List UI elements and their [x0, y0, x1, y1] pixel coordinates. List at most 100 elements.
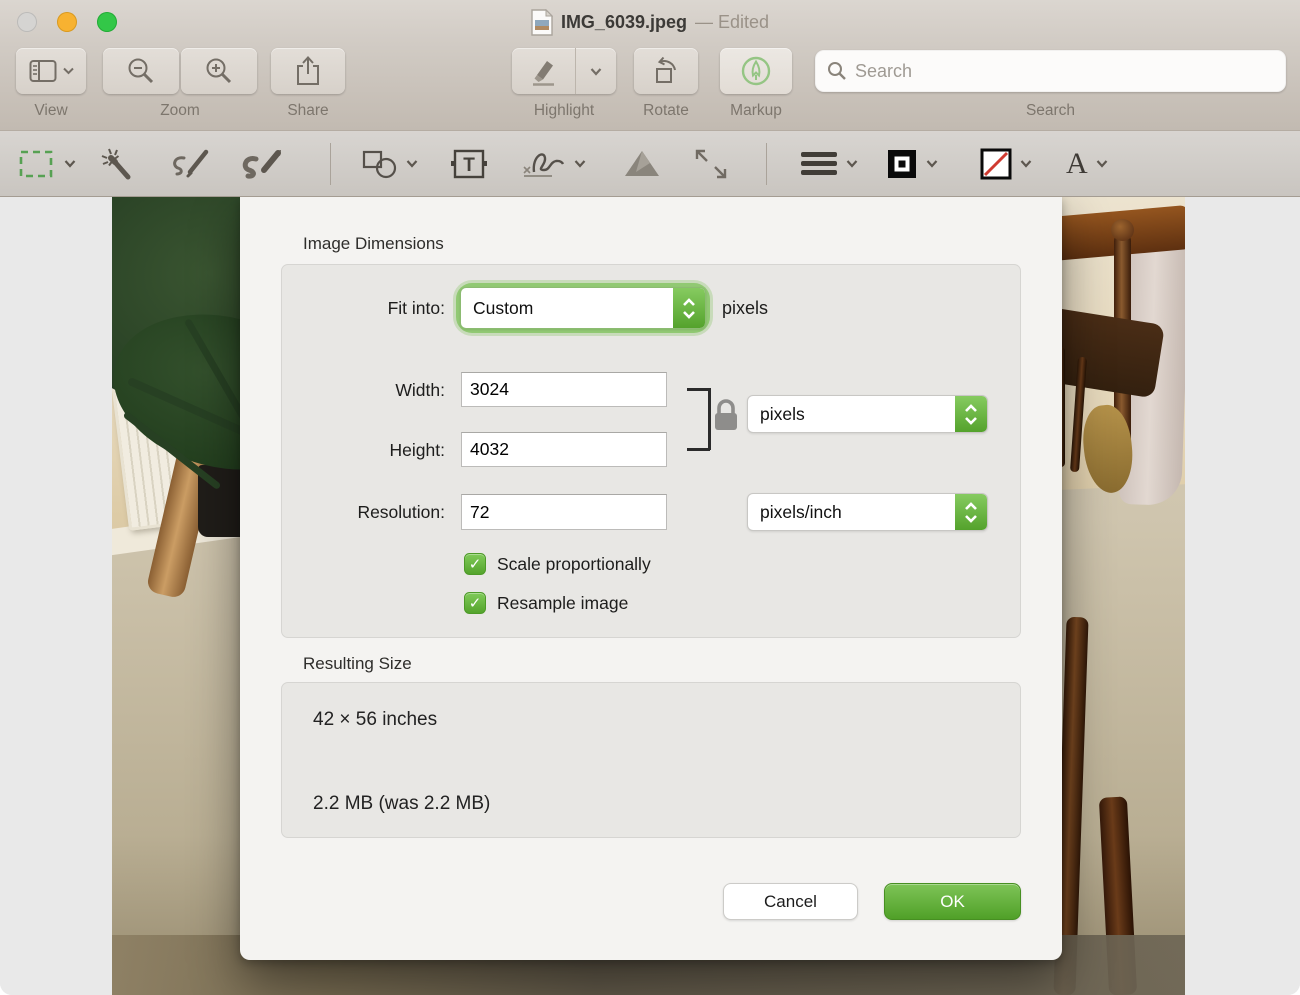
resample-image-label: Resample image	[497, 592, 628, 615]
shapes-icon	[362, 148, 398, 180]
link-bracket	[687, 448, 710, 451]
chevron-down-icon	[574, 159, 586, 168]
share-label: Share	[271, 102, 345, 120]
resolution-unit-popup[interactable]: pixels/inch	[747, 493, 988, 531]
resolution-input[interactable]	[461, 494, 667, 530]
sidebar-icon	[29, 59, 59, 83]
stepper-icon	[955, 494, 987, 530]
view-label: View	[16, 102, 86, 120]
instant-alpha-icon	[100, 147, 136, 181]
selection-tool-button[interactable]	[18, 131, 76, 196]
search-input[interactable]	[855, 61, 1274, 82]
fit-into-unit: pixels	[722, 290, 768, 326]
adjust-color-button[interactable]	[622, 131, 662, 196]
adjust-size-button[interactable]	[694, 131, 728, 196]
size-unit-popup[interactable]: pixels	[747, 395, 988, 433]
stepper-icon	[673, 288, 705, 328]
share-icon	[294, 55, 322, 87]
search-label: Search	[815, 102, 1286, 120]
search-field[interactable]	[815, 50, 1286, 92]
view-button[interactable]	[16, 48, 86, 94]
title-bar: IMG_6039.jpeg — Edited	[0, 0, 1300, 44]
highlight-button-group	[512, 48, 616, 94]
stepper-icon	[955, 396, 987, 432]
zoom-out-button[interactable]	[103, 48, 179, 94]
zoom-out-icon	[126, 56, 156, 86]
text-style-button[interactable]: A	[1066, 131, 1108, 196]
toolbar-divider	[766, 143, 767, 185]
markup-toolbar: T	[0, 130, 1300, 197]
preview-window: IMG_6039.jpeg — Edited View	[0, 0, 1300, 995]
chevron-down-icon	[590, 67, 602, 76]
resample-image-checkbox[interactable]: ✓	[464, 592, 486, 614]
width-label: Width:	[240, 372, 445, 408]
height-label: Height:	[240, 432, 445, 468]
image-dimensions-heading: Image Dimensions	[303, 234, 444, 254]
fit-into-value: Custom	[461, 288, 673, 328]
document-edited-status: — Edited	[695, 12, 769, 33]
draw-icon	[240, 148, 284, 180]
highlight-icon	[529, 56, 559, 86]
chevron-down-icon	[926, 159, 938, 168]
resulting-filesize: 2.2 MB (was 2.2 MB)	[313, 793, 490, 815]
border-color-button[interactable]	[886, 131, 938, 196]
border-color-icon	[886, 148, 918, 180]
document-title: IMG_6039.jpeg	[561, 12, 687, 33]
width-input[interactable]	[461, 372, 667, 407]
resulting-dimensions: 42 × 56 inches	[313, 709, 437, 731]
markup-button[interactable]	[720, 48, 792, 94]
link-bracket	[687, 388, 710, 391]
adjust-color-icon	[622, 148, 662, 180]
chevron-down-icon	[63, 67, 74, 75]
minimize-button[interactable]	[57, 12, 77, 32]
cancel-button[interactable]: Cancel	[723, 883, 858, 920]
photo-chair	[1111, 219, 1134, 241]
share-button[interactable]	[271, 48, 345, 94]
toolbar-divider	[330, 143, 331, 185]
checkmark-icon: ✓	[469, 594, 482, 612]
checkmark-icon: ✓	[469, 555, 482, 573]
adjust-size-dialog: Image Dimensions Fit into: Custom pixels…	[240, 197, 1062, 960]
highlight-label: Highlight	[512, 102, 616, 120]
draw-tool-button[interactable]	[240, 131, 284, 196]
sign-tool-button[interactable]	[522, 131, 586, 196]
fill-color-icon	[980, 148, 1012, 180]
rotate-button[interactable]	[634, 48, 698, 94]
shape-style-button[interactable]	[800, 131, 858, 196]
ok-button[interactable]: OK	[884, 883, 1021, 920]
text-tool-button[interactable]: T	[450, 131, 488, 196]
main-toolbar: View Zoom	[0, 44, 1300, 130]
highlight-button[interactable]	[512, 48, 575, 94]
scale-proportionally-label: Scale proportionally	[497, 553, 651, 576]
resolution-label: Resolution:	[240, 494, 445, 530]
zoom-in-icon	[204, 56, 234, 86]
sketch-tool-button[interactable]	[170, 131, 212, 196]
fullscreen-button[interactable]	[97, 12, 117, 32]
text-style-icon: A	[1066, 149, 1088, 179]
scale-proportionally-checkbox[interactable]: ✓	[464, 553, 486, 575]
markup-pen-icon	[739, 54, 773, 88]
rotate-left-icon	[650, 55, 682, 87]
document-area: Image Dimensions Fit into: Custom pixels…	[0, 197, 1300, 995]
close-button[interactable]	[17, 12, 37, 32]
sign-icon	[522, 148, 566, 180]
shapes-tool-button[interactable]	[362, 131, 418, 196]
fill-color-button[interactable]	[980, 131, 1032, 196]
instant-alpha-button[interactable]	[100, 131, 136, 196]
chevron-down-icon	[1020, 159, 1032, 168]
lock-icon	[713, 398, 739, 432]
chevron-down-icon	[406, 159, 418, 168]
highlight-dropdown-button[interactable]	[576, 48, 616, 94]
shape-style-icon	[800, 150, 838, 178]
fit-into-popup[interactable]: Custom	[460, 287, 706, 329]
text-box-icon: T	[450, 148, 488, 180]
chevron-down-icon	[1096, 159, 1108, 168]
search-icon	[827, 61, 847, 81]
window-controls	[0, 0, 140, 44]
resulting-size-heading: Resulting Size	[303, 654, 412, 674]
document-icon	[531, 9, 553, 36]
markup-label: Markup	[720, 102, 792, 120]
svg-text:T: T	[463, 155, 475, 176]
zoom-in-button[interactable]	[181, 48, 257, 94]
height-input[interactable]	[461, 432, 667, 467]
